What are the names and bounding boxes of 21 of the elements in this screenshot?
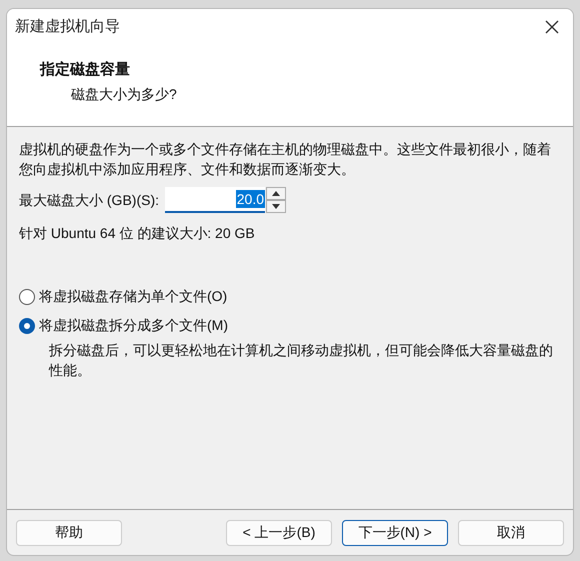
close-icon[interactable]: [545, 20, 559, 34]
recommendation-text: 针对 Ubuntu 64 位 的建议大小: 20 GB: [19, 224, 256, 243]
page-subtitle: 磁盘大小为多少?: [70, 84, 178, 104]
page-title: 指定磁盘容量: [40, 60, 131, 80]
disk-size-field[interactable]: 20.0: [165, 187, 265, 213]
cancel-button[interactable]: 取消: [458, 520, 564, 546]
radio-option[interactable]: 将虚拟磁盘拆分成多个文件(M): [19, 315, 228, 336]
down-arrow-icon: [272, 204, 280, 209]
increment-button[interactable]: [266, 187, 286, 200]
radio-icon[interactable]: [19, 288, 35, 304]
decrement-button[interactable]: [266, 200, 286, 213]
help-button[interactable]: 帮助: [16, 520, 122, 546]
option-note: 拆分磁盘后，可以更轻松地在计算机之间移动虚拟机，但可能会降低大容量磁盘的性能。: [48, 341, 554, 380]
back-button[interactable]: < 上一步(B): [226, 520, 332, 546]
window-title: 新建虚拟机向导: [15, 16, 120, 37]
next-button[interactable]: 下一步(N) >: [342, 520, 448, 546]
up-arrow-icon: [272, 191, 280, 196]
radio-option[interactable]: 将虚拟磁盘存储为单个文件(O): [19, 286, 228, 307]
radio-selected-icon[interactable]: [19, 318, 35, 334]
disk-size-label: 最大磁盘大小 (GB)(S):: [19, 190, 159, 210]
description-text: 虚拟机的硬盘作为一个或多个文件存储在主机的物理磁盘中。这些文件最初很小，随着您向虚拟机中添加应用程序、文件和数据而逐渐变大。: [19, 140, 552, 179]
